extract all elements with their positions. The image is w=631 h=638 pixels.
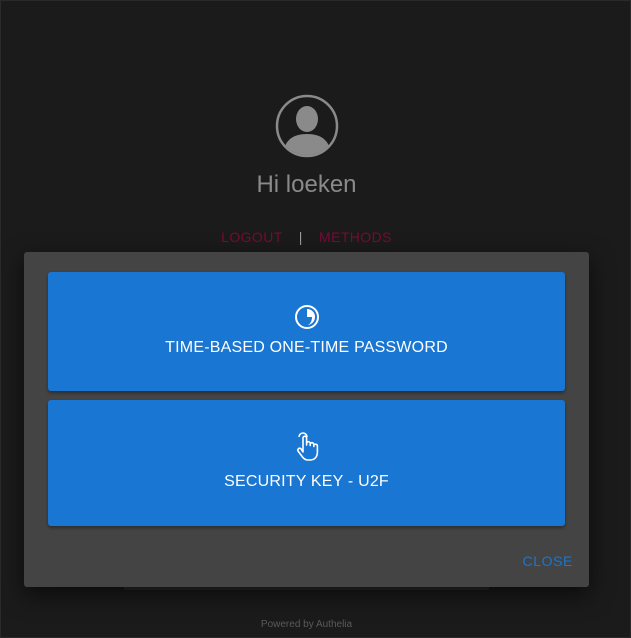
- powered-by-footer: Powered by Authelia: [260, 619, 353, 630]
- user-avatar-icon: [275, 94, 339, 158]
- link-separator: |: [298, 229, 303, 245]
- methods-link[interactable]: METHODS: [319, 229, 392, 245]
- u2f-method-button[interactable]: SECURITY KEY - U2F: [48, 400, 565, 526]
- greeting-text: Hi loeken: [256, 171, 357, 198]
- logout-link[interactable]: LOGOUT: [221, 229, 282, 245]
- login-page: Hi loeken LOGOUT | METHODS TIME-BASED ON…: [0, 0, 631, 638]
- timer-icon: [294, 305, 319, 329]
- u2f-method-label: SECURITY KEY - U2F: [224, 473, 389, 490]
- totp-method-label: TIME-BASED ONE-TIME PASSWORD: [165, 339, 448, 356]
- totp-method-button[interactable]: TIME-BASED ONE-TIME PASSWORD: [48, 272, 565, 391]
- account-links: LOGOUT | METHODS: [1, 229, 612, 245]
- method-selection-dialog: TIME-BASED ONE-TIME PASSWORD SECURITY KE…: [24, 252, 589, 587]
- close-button[interactable]: CLOSE: [523, 553, 573, 569]
- touch-hand-icon: [296, 432, 318, 461]
